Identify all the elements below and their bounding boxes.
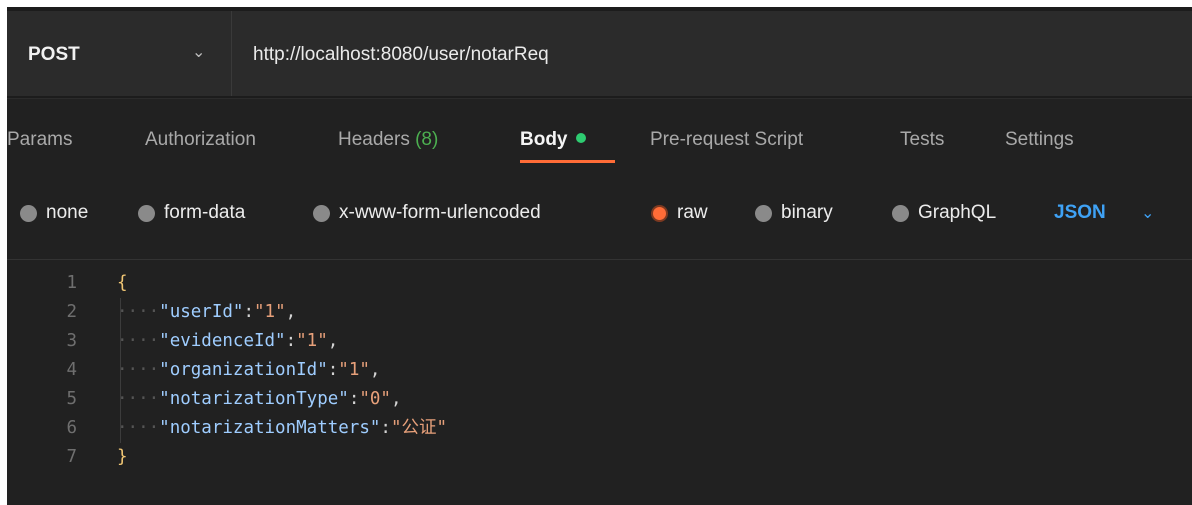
radio-x-www-form-urlencoded[interactable]: x-www-form-urlencoded <box>313 197 541 229</box>
method-select[interactable]: POST ⌄ <box>7 11 232 96</box>
radio-graphql[interactable]: GraphQL <box>892 197 996 229</box>
tab-params-label: Params <box>7 129 73 150</box>
json-value: "1" <box>338 360 370 380</box>
editor-line: 1 { <box>7 269 1192 298</box>
radio-raw[interactable]: raw <box>651 197 708 229</box>
json-key: "organizationId" <box>159 360 328 380</box>
url-text: http://localhost:8080/user/notarReq <box>253 44 549 65</box>
radio-label: GraphQL <box>918 202 997 223</box>
radio-label: form-data <box>164 202 246 223</box>
divider <box>7 259 1192 260</box>
request-bar: POST ⌄ http://localhost:8080/user/notarR… <box>7 7 1192 99</box>
line-number: 7 <box>66 447 77 467</box>
code-text: ····"notarizationMatters":"公证" <box>117 418 448 438</box>
chevron-down-icon: ⌄ <box>192 44 206 61</box>
radio-circle <box>892 204 909 222</box>
json-comma: , <box>285 302 297 322</box>
body-indicator-dot <box>575 132 586 143</box>
headers-count-badge: (8) <box>415 129 439 150</box>
code-text: ····"organizationId":"1", <box>117 360 381 380</box>
radio-form-data[interactable]: form-data <box>138 197 245 229</box>
radio-none[interactable]: none <box>20 197 88 229</box>
tab-tests-label: Tests <box>900 129 945 150</box>
line-number: 6 <box>66 418 77 438</box>
close-brace: } <box>117 447 128 467</box>
json-key: "userId" <box>159 302 244 322</box>
active-tab-indicator <box>520 160 615 163</box>
line-number: 2 <box>66 302 77 322</box>
editor-line: 5 ····"notarizationType":"0", <box>7 385 1192 414</box>
open-brace: { <box>117 273 128 293</box>
tab-settings[interactable]: Settings <box>1005 129 1074 151</box>
tab-tests[interactable]: Tests <box>900 129 944 151</box>
language-select[interactable]: JSON <box>1054 197 1106 229</box>
json-value: "1" <box>254 302 286 322</box>
line-number: 3 <box>66 331 77 351</box>
tab-settings-label: Settings <box>1005 129 1074 150</box>
line-number: 4 <box>66 360 77 380</box>
language-label: JSON <box>1054 202 1106 223</box>
request-tabs: Params Authorization Headers (8) Body Pr… <box>7 122 1192 162</box>
tab-headers[interactable]: Headers (8) <box>338 129 438 151</box>
json-value: "公证" <box>390 418 448 438</box>
radio-binary[interactable]: binary <box>755 197 833 229</box>
radio-label: none <box>46 202 89 223</box>
chevron-down-icon[interactable]: ⌄ <box>1141 203 1154 223</box>
tab-body[interactable]: Body <box>520 129 586 151</box>
radio-circle <box>138 204 155 222</box>
tab-headers-label: Headers <box>338 129 410 150</box>
radio-circle <box>755 204 772 222</box>
json-key: "evidenceId" <box>159 331 286 351</box>
json-comma: , <box>390 389 402 409</box>
tab-pre-request-script-label: Pre-request Script <box>650 129 804 150</box>
method-label: POST <box>28 44 80 65</box>
json-key: "notarizationMatters" <box>159 418 381 438</box>
line-number: 5 <box>66 389 77 409</box>
editor-line: 6 ····"notarizationMatters":"公证" <box>7 414 1192 443</box>
json-comma: , <box>369 360 381 380</box>
radio-circle <box>20 204 37 222</box>
tab-params[interactable]: Params <box>7 129 72 151</box>
json-comma: , <box>327 331 339 351</box>
tab-body-label: Body <box>520 129 568 150</box>
radio-circle-selected <box>651 204 668 222</box>
json-key: "notarizationType" <box>159 389 349 409</box>
editor-line: 2 ····"userId":"1", <box>7 298 1192 327</box>
tab-pre-request-script[interactable]: Pre-request Script <box>650 129 803 151</box>
code-text: ····"userId":"1", <box>117 302 297 322</box>
postman-request-panel: POST ⌄ http://localhost:8080/user/notarR… <box>7 7 1192 505</box>
json-value: "0" <box>359 389 391 409</box>
editor-line: 3 ····"evidenceId":"1", <box>7 327 1192 356</box>
radio-label: raw <box>677 202 708 223</box>
url-input[interactable]: http://localhost:8080/user/notarReq <box>232 11 1192 96</box>
radio-label: binary <box>781 202 833 223</box>
body-type-options: none form-data x-www-form-urlencoded raw… <box>7 197 1192 229</box>
editor-line: 7 } <box>7 443 1192 472</box>
tab-authorization[interactable]: Authorization <box>145 129 256 151</box>
line-number: 1 <box>66 273 77 293</box>
code-text: ····"notarizationType":"0", <box>117 389 402 409</box>
json-value: "1" <box>296 331 328 351</box>
code-editor[interactable]: 1 { 2 ····"userId":"1", 3 ····"evidenceI… <box>7 269 1192 505</box>
tab-authorization-label: Authorization <box>145 129 256 150</box>
radio-label: x-www-form-urlencoded <box>339 202 541 223</box>
radio-circle <box>313 204 330 222</box>
editor-line: 4 ····"organizationId":"1", <box>7 356 1192 385</box>
code-text: ····"evidenceId":"1", <box>117 331 339 351</box>
